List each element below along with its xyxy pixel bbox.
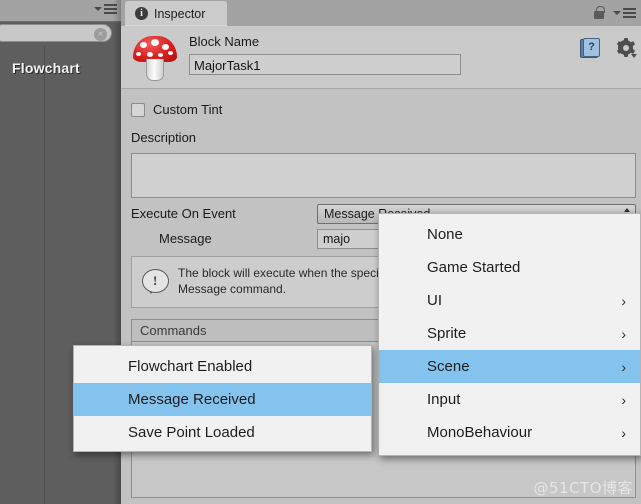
description-label: Description [131, 130, 197, 145]
custom-tint-row[interactable]: Custom Tint [131, 102, 222, 117]
chevron-down-icon [631, 54, 637, 58]
submenu-arrow-icon: › [621, 391, 626, 408]
info-icon: i [135, 7, 148, 20]
submenu-arrow-icon: › [621, 292, 626, 309]
menu-item-label: UI [427, 292, 442, 309]
clear-search-icon[interactable]: × [94, 28, 107, 41]
menu-item-label: Sprite [427, 325, 467, 342]
execute-on-event-label: Execute On Event [131, 206, 236, 221]
hierarchy-indent-divider [44, 46, 45, 504]
menu-item-scene[interactable]: Scene › [379, 350, 640, 383]
help-book-icon[interactable]: ? [580, 38, 600, 58]
block-name-input[interactable]: MajorTask1 [189, 54, 461, 75]
hierarchy-search-input[interactable]: × [0, 24, 112, 42]
custom-tint-checkbox[interactable] [131, 102, 145, 117]
menu-item-game-started[interactable]: Game Started [379, 251, 640, 284]
menu-item-ui[interactable]: UI › [379, 284, 640, 317]
hierarchy-item-flowchart[interactable]: Flowchart [12, 60, 121, 76]
info-bubble-icon: ! [142, 269, 169, 295]
menu-item-sprite[interactable]: Sprite › [379, 317, 640, 350]
scene-event-submenu[interactable]: Flowchart Enabled Message Received Save … [73, 345, 372, 452]
submenu-arrow-icon: › [621, 358, 626, 375]
menu-item-input[interactable]: Input › [379, 383, 640, 416]
block-header: Block Name MajorTask1 ? [121, 26, 641, 89]
message-label: Message [159, 231, 212, 246]
event-type-menu[interactable]: None Game Started UI › Sprite › Scene › … [378, 213, 641, 456]
lock-icon[interactable] [594, 6, 605, 19]
description-textarea[interactable] [131, 153, 636, 198]
custom-tint-label: Custom Tint [153, 102, 223, 117]
left-panel-toolbar [0, 0, 121, 22]
hamburger-icon [623, 8, 636, 18]
inspector-options-menu-icon[interactable] [613, 8, 636, 18]
menu-item-label: None [427, 226, 463, 243]
tab-inspector-label: Inspector [154, 6, 206, 21]
chevron-down-icon [94, 7, 102, 11]
submenu-arrow-icon: › [621, 424, 626, 441]
block-name-label: Block Name [189, 34, 260, 49]
submenu-item-label: Flowchart Enabled [128, 358, 253, 375]
inspector-titlebar: i Inspector [121, 0, 641, 26]
menu-item-label: Input [427, 391, 461, 408]
submenu-item-label: Save Point Loaded [128, 424, 255, 441]
menu-item-label: MonoBehaviour [427, 424, 533, 441]
tab-inspector[interactable]: i Inspector [125, 1, 228, 26]
help-question-glyph: ? [583, 38, 600, 57]
menu-item-label: Game Started [427, 259, 521, 276]
menu-item-none[interactable]: None [379, 218, 640, 251]
mushroom-icon [131, 32, 179, 82]
gear-icon[interactable] [616, 38, 637, 58]
submenu-item-save-point-loaded[interactable]: Save Point Loaded [74, 416, 371, 449]
submenu-item-label: Message Received [128, 391, 256, 408]
watermark: @51CTO博客 [533, 479, 633, 497]
submenu-item-message-received[interactable]: Message Received [74, 383, 371, 416]
menu-item-label: Scene [427, 358, 470, 375]
submenu-item-flowchart-enabled[interactable]: Flowchart Enabled [74, 350, 371, 383]
chevron-down-icon [613, 11, 621, 15]
submenu-arrow-icon: › [621, 325, 626, 342]
menu-item-monobehaviour[interactable]: MonoBehaviour › [379, 416, 640, 449]
